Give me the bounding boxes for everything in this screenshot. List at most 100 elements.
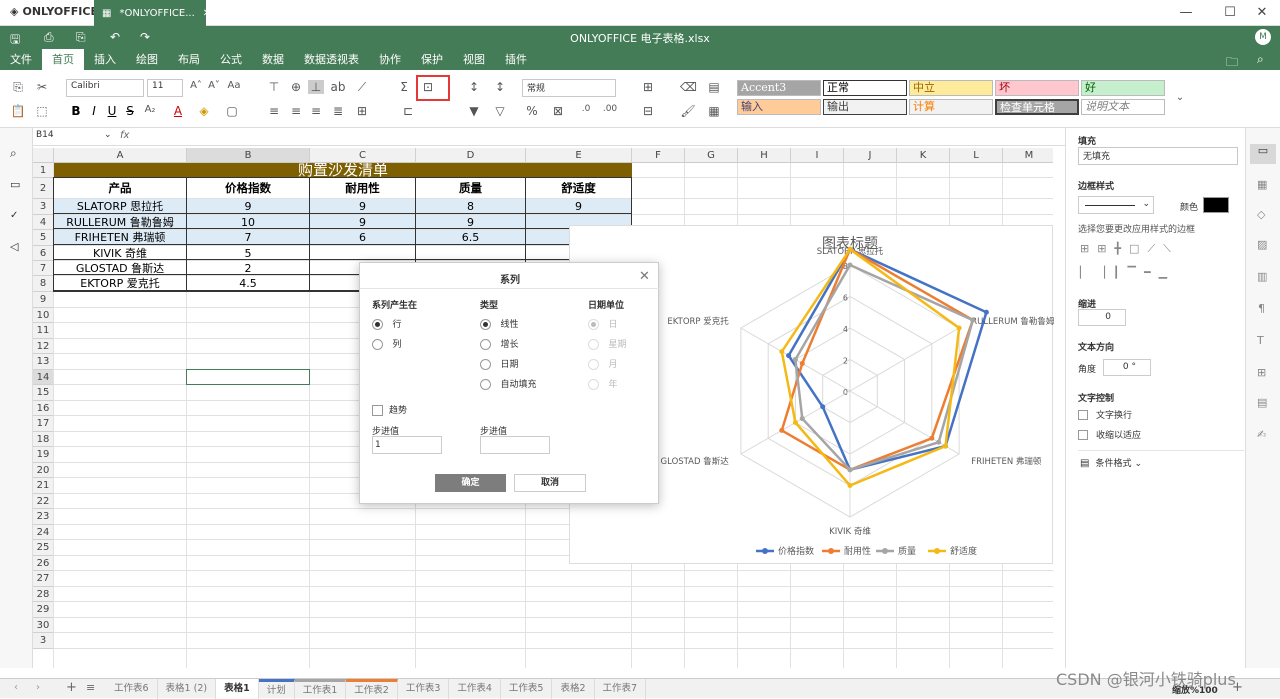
copy-icon[interactable]: ⎘ [10,80,26,95]
align-bottom-icon[interactable]: ⊥ [308,80,324,94]
data-cell[interactable]: FRIHETEN 弗瑞顿 [54,230,186,245]
radar-point[interactable] [799,416,805,422]
data-cell[interactable]: 9 [526,199,631,214]
shape-settings-icon[interactable]: ◇ [1257,208,1265,221]
row-header[interactable]: 8 [33,276,54,292]
decrease-decimal-icon[interactable]: .0 [578,104,594,114]
increase-decimal-icon[interactable]: .00 [602,104,618,114]
row-header[interactable]: 3 [33,199,54,215]
sheet-tab[interactable]: 工作表5 [501,679,553,699]
data-cell[interactable]: 9 [187,199,309,214]
radio-linear[interactable]: 线性 [480,317,519,330]
signature-settings-icon[interactable]: ✍ [1257,428,1266,441]
formula-input[interactable] [136,130,1036,144]
justify-icon[interactable]: ≣ [330,104,346,118]
underline-icon[interactable]: U [104,104,120,118]
menu-item[interactable]: 插件 [495,49,537,70]
sort-ascending-icon[interactable]: ↕ [466,80,482,94]
radar-point[interactable] [942,443,948,449]
italic-icon[interactable]: I [86,104,102,118]
scroll-right-icon[interactable]: › [36,682,40,693]
sheet-tab[interactable]: 工作表7 [595,679,647,699]
menu-item[interactable]: 绘图 [126,49,168,70]
row-header[interactable]: 24 [33,524,54,540]
data-cell[interactable]: KIVIK 奇维 [54,246,186,260]
sheet-tab[interactable]: 工作表3 [398,679,450,699]
radar-point[interactable] [847,467,853,473]
change-case-icon[interactable]: Aa [226,80,242,91]
row-header[interactable]: 12 [33,338,54,354]
chart-settings-icon[interactable]: ▥ [1257,270,1267,283]
data-cell[interactable] [310,246,415,260]
row-header[interactable]: 11 [33,323,54,339]
avatar[interactable]: M [1255,29,1271,45]
conditional-format-button[interactable]: ▤ 条件格式 ⌄ [1080,456,1142,469]
header-cell[interactable]: 质量 [416,178,525,198]
align-middle-icon[interactable]: ⊕ [288,80,304,94]
sheet-tab[interactable]: 工作表6 [106,679,158,699]
column-header[interactable]: K [897,148,950,163]
sum-icon[interactable]: Σ [396,80,412,94]
sheet-title-cell[interactable]: 购置沙发清单 [54,163,632,179]
row-header[interactable]: 18 [33,431,54,447]
data-cell[interactable]: 5 [187,246,309,260]
fill-select[interactable]: 无填充 [1078,147,1238,165]
slicer-settings-icon[interactable]: ▤ [1257,396,1267,409]
row-header[interactable]: 14 [33,369,54,385]
column-header[interactable]: H [738,148,791,163]
document-tab[interactable]: ▦ *ONLYOFFICE... ✕ [94,0,211,26]
sort-descending-icon[interactable]: ↕ [492,80,508,94]
maximize-button[interactable]: ☐ [1220,4,1240,22]
column-header[interactable]: I [791,148,844,163]
row-header[interactable]: 9 [33,292,54,308]
sheet-tab[interactable]: 表格1 [216,679,259,699]
row-header[interactable]: 2 [33,178,54,199]
row-header[interactable]: 1 [33,163,54,178]
step-value-input[interactable]: 1 [372,436,442,454]
menu-item[interactable]: 文件 [0,49,42,70]
decrease-font-icon[interactable]: A˅ [206,80,222,91]
strikethrough-icon[interactable]: S [122,104,138,118]
radar-point[interactable] [792,420,798,425]
conditional-format-icon[interactable]: ▤ [706,80,722,94]
row-header[interactable]: 4 [33,215,54,230]
radar-point[interactable] [983,309,989,315]
data-cell[interactable]: 4.5 [187,276,309,291]
column-header[interactable]: C [310,148,416,163]
data-cell[interactable]: 9 [310,199,415,214]
column-header[interactable]: L [950,148,1003,163]
menu-item[interactable]: 视图 [453,49,495,70]
row-header[interactable]: 17 [33,416,54,432]
filter-icon[interactable]: ▼ [466,104,482,118]
column-header[interactable]: G [685,148,738,163]
trend-checkbox[interactable]: 趋势 [372,403,407,416]
radar-point[interactable] [779,427,785,433]
row-header[interactable]: 22 [33,493,54,509]
data-cell[interactable]: 6.5 [416,230,525,245]
shrink-to-fit-checkbox[interactable]: 收缩以适应 [1078,428,1141,441]
sheet-tab[interactable]: 表格1 (2) [158,679,217,699]
angle-spinner[interactable]: 0 ° [1103,359,1151,376]
row-header[interactable]: 28 [33,586,54,602]
row-header[interactable]: 30 [33,617,54,633]
row-header[interactable]: 26 [33,555,54,571]
style-explanatory[interactable]: 说明文本 [1081,99,1165,115]
data-cell[interactable]: 7 [187,230,309,245]
header-cell[interactable]: 舒适度 [526,178,631,198]
named-range-icon[interactable]: ⊏ [400,104,416,118]
menu-item[interactable]: 数据 [252,49,294,70]
header-cell[interactable]: 耐用性 [310,178,415,198]
data-cell[interactable]: 2 [187,261,309,275]
radar-point[interactable] [929,435,935,441]
column-header[interactable]: E [526,148,632,163]
data-cell[interactable]: 6 [310,230,415,245]
name-box-dropdown-icon[interactable]: ⌄ [104,130,112,140]
align-right-icon[interactable]: ≡ [308,104,324,118]
column-header[interactable]: M [1003,148,1053,163]
radio-date[interactable]: 日期 [480,357,519,370]
close-window-button[interactable]: ✕ [1252,4,1272,22]
radar-point[interactable] [786,353,792,359]
row-header[interactable]: 19 [33,447,54,463]
border-buttons-row2[interactable]: ▏▕┃▔━▁ [1080,266,1175,279]
copy-style-icon[interactable]: 🖌 [680,104,696,118]
